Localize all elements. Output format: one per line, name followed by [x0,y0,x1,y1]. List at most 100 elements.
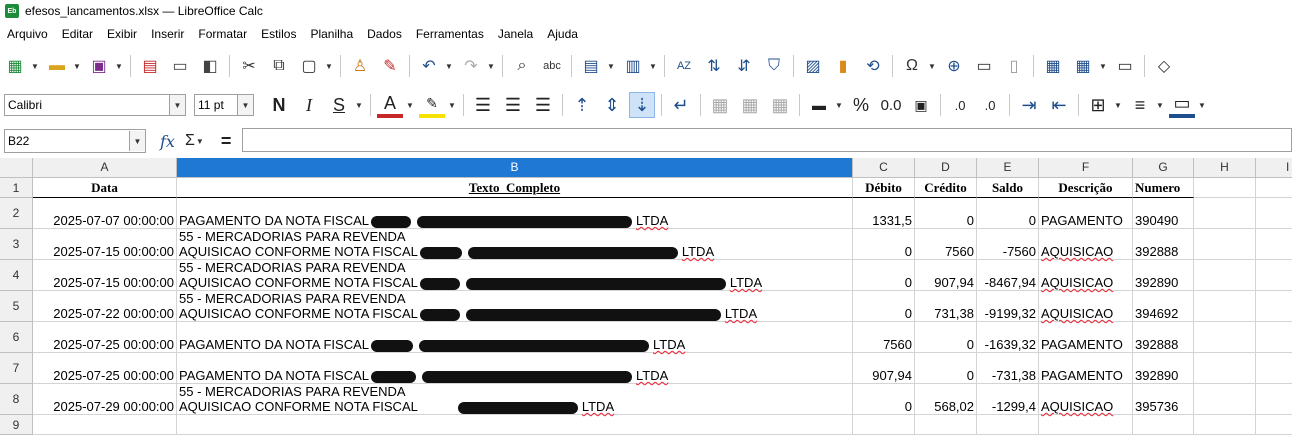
column-header-d[interactable]: D [915,158,977,178]
column-header-g[interactable]: G [1133,158,1194,178]
export-pdf-icon[interactable]: ▤ [138,54,162,78]
chevron-down-icon[interactable]: ▼ [30,54,40,78]
insert-chart-icon[interactable]: ▮ [831,54,855,78]
cell-numero[interactable]: 392890 [1133,353,1194,384]
empty-cell[interactable] [1039,415,1133,435]
menu-editar[interactable]: Editar [55,22,100,46]
column-header-b[interactable]: B [177,158,853,178]
cell-saldo[interactable]: -1299,4 [977,384,1039,415]
cell-data[interactable]: 2025-07-25 00:00:00 [33,322,177,353]
cell-numero[interactable]: 390490 [1133,198,1194,229]
header-cell-debito[interactable]: Débito [853,178,915,198]
empty-cell[interactable] [915,415,977,435]
empty-cell[interactable] [1194,322,1256,353]
cell-data[interactable]: 2025-07-29 00:00:00 [33,384,177,415]
empty-cell[interactable] [1194,384,1256,415]
split-window-icon[interactable]: ▭ [1113,54,1137,78]
cell-data[interactable]: 2025-07-22 00:00:00 [33,291,177,322]
chevron-down-icon[interactable]: ▼ [648,54,658,78]
chevron-down-icon[interactable]: ▼ [606,54,616,78]
delete-decimal-icon[interactable]: .0 [977,92,1003,118]
header-cell-credito[interactable]: Crédito [915,178,977,198]
chevron-down-icon[interactable]: ▼ [405,93,415,117]
cell-credito[interactable]: 568,02 [915,384,977,415]
select-all-corner[interactable] [0,158,33,178]
cell-descricao[interactable]: AQUISICAO [1039,229,1133,260]
empty-cell[interactable] [1256,229,1292,260]
chevron-down-icon[interactable]: ▼ [129,131,145,151]
cell-descricao[interactable]: PAGAMENTO [1039,198,1133,229]
decrease-indent-icon[interactable]: ⇤ [1046,92,1072,118]
cell-credito[interactable]: 0 [915,322,977,353]
header-cell-saldo[interactable]: Saldo [977,178,1039,198]
spreadsheet-grid[interactable]: A B C D E F G H I 1 2 3 4 5 6 7 8 9 Data… [0,158,1292,439]
empty-cell[interactable] [1256,260,1292,291]
cell-debito[interactable]: 1331,5 [853,198,915,229]
special-character-icon[interactable]: Ω [900,54,924,78]
add-decimal-icon[interactable]: .0 [947,92,973,118]
empty-cell[interactable] [1133,415,1194,435]
cell-debito[interactable]: 0 [853,384,915,415]
font-color-icon[interactable]: A [377,92,403,118]
cell-data[interactable]: 2025-07-07 00:00:00 [33,198,177,229]
cell-credito[interactable]: 0 [915,198,977,229]
cell-debito[interactable]: 907,94 [853,353,915,384]
number-format-button[interactable]: 0.0 [878,92,904,118]
empty-cell[interactable] [1256,353,1292,384]
undo-icon[interactable]: ↶ [417,54,441,78]
cell-numero[interactable]: 392888 [1133,229,1194,260]
cell-saldo[interactable]: -9199,32 [977,291,1039,322]
cell-saldo[interactable]: 0 [977,198,1039,229]
chevron-down-icon[interactable]: ▼ [927,54,937,78]
empty-cell[interactable] [1194,291,1256,322]
row-header-2[interactable]: 2 [0,198,33,229]
cell-data[interactable]: 2025-07-15 00:00:00 [33,260,177,291]
highlight-color-icon[interactable]: ✎ [419,92,445,118]
header-footer-icon[interactable]: ▯ [1002,54,1026,78]
merge-cells-icon[interactable]: ▦ [737,92,763,118]
print-preview-icon[interactable]: ◧ [198,54,222,78]
empty-cell[interactable] [977,415,1039,435]
cell-data[interactable]: 2025-07-15 00:00:00 [33,229,177,260]
formula-input[interactable] [242,128,1292,152]
cell-numero[interactable]: 392890 [1133,260,1194,291]
column-header-h[interactable]: H [1194,158,1256,178]
cell-descricao[interactable]: PAGAMENTO [1039,353,1133,384]
menu-inserir[interactable]: Inserir [144,22,191,46]
cell-numero[interactable]: 392888 [1133,322,1194,353]
cell-credito[interactable]: 0 [915,353,977,384]
chevron-down-icon[interactable]: ▼ [72,54,82,78]
cell-texto[interactable]: 55 - MERCADORIAS PARA REVENDA AQUISICAO C… [177,291,853,322]
merge-center-icon[interactable]: ▦ [707,92,733,118]
border-color-icon[interactable]: ▭ [1169,92,1195,118]
column-header-c[interactable]: C [853,158,915,178]
empty-cell[interactable] [177,415,853,435]
menu-estilos[interactable]: Estilos [254,22,303,46]
font-size-combo[interactable]: 11 pt ▼ [194,94,254,116]
row-header-5[interactable]: 5 [0,291,33,322]
wrap-text-icon[interactable]: ↵ [668,92,694,118]
define-print-area-icon[interactable]: ▦ [1041,54,1065,78]
empty-cell[interactable] [1256,198,1292,229]
cell-credito[interactable]: 731,38 [915,291,977,322]
cell-texto[interactable]: 55 - MERCADORIAS PARA REVENDA AQUISICAO C… [177,384,853,415]
cell-saldo[interactable]: -731,38 [977,353,1039,384]
chevron-down-icon[interactable]: ▼ [444,54,454,78]
empty-cell[interactable] [1194,229,1256,260]
column-header-i[interactable]: I [1256,158,1292,178]
open-folder-icon[interactable]: ▬ [45,54,69,78]
sum-icon[interactable]: Σ [185,132,195,150]
cell-debito[interactable]: 7560 [853,322,915,353]
date-format-icon[interactable]: ▣ [908,92,934,118]
cell-descricao[interactable]: PAGAMENTO [1039,322,1133,353]
cell-debito[interactable]: 0 [853,260,915,291]
function-wizard-icon[interactable]: fx [160,132,175,151]
empty-cell[interactable] [1194,353,1256,384]
spelling-icon[interactable]: abc [540,54,564,78]
empty-cell[interactable] [1256,291,1292,322]
menu-ajuda[interactable]: Ajuda [540,22,585,46]
cell-descricao[interactable]: AQUISICAO [1039,260,1133,291]
menu-dados[interactable]: Dados [360,22,409,46]
show-draw-functions-icon[interactable]: ◇ [1152,54,1176,78]
empty-cell[interactable] [1194,415,1256,435]
